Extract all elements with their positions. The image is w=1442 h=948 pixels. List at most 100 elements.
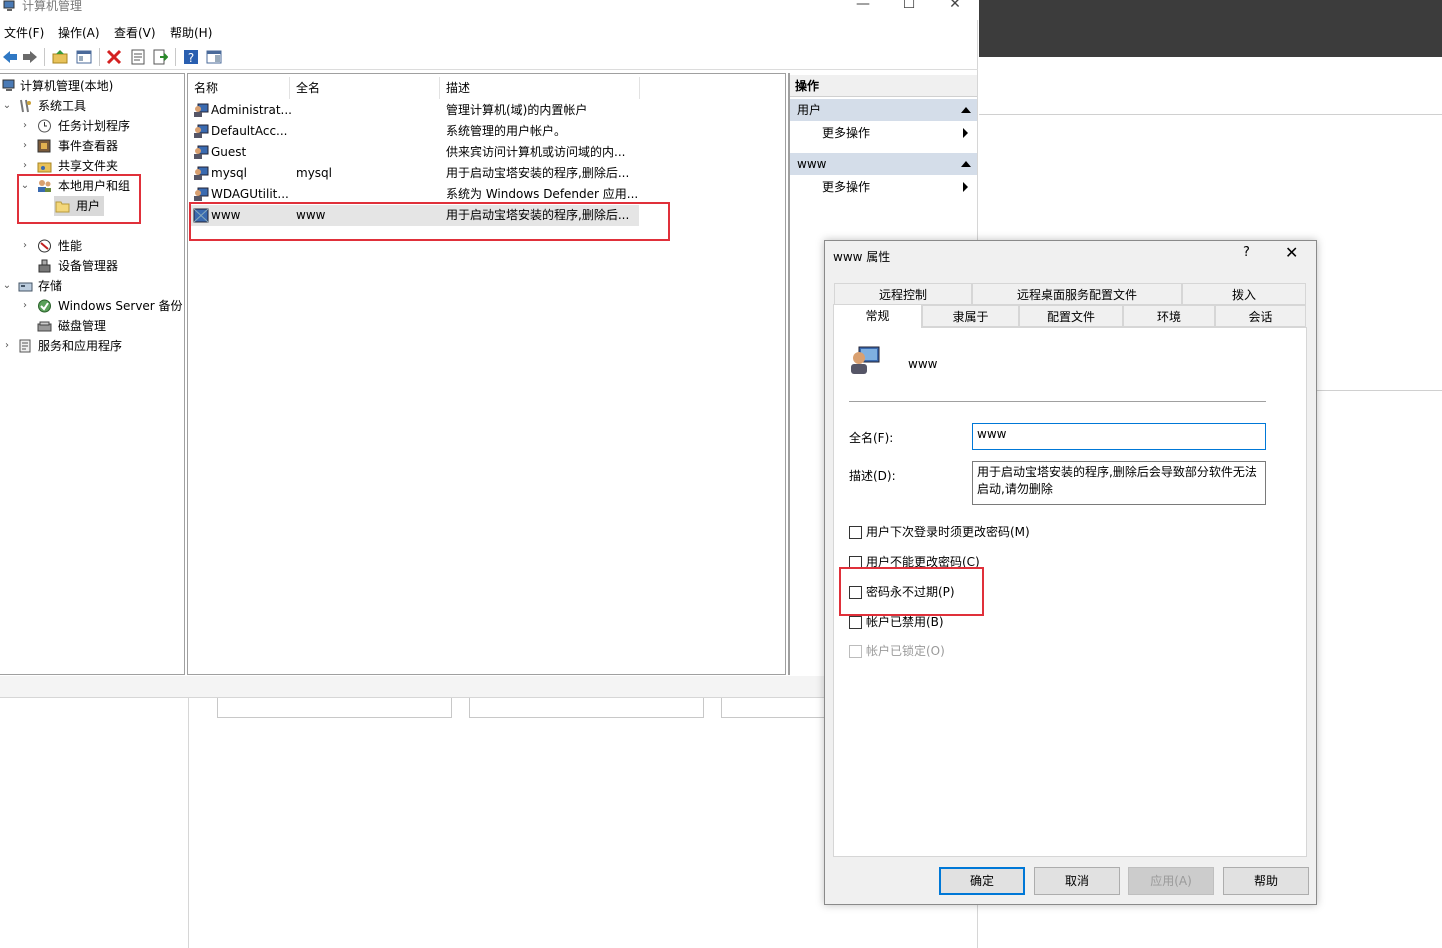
delete-icon[interactable] <box>106 49 122 65</box>
checkbox-account-locked: 帐户已锁定(O) <box>849 643 945 659</box>
chevron-down-icon[interactable]: ⌄ <box>1 276 13 296</box>
maximize-button[interactable]: ☐ <box>889 0 929 16</box>
divider <box>1316 390 1442 391</box>
action-label: 更多操作 <box>822 180 871 194</box>
cell-name: Guest <box>211 145 247 159</box>
storage-icon <box>18 282 33 292</box>
tree-label: 磁盘管理 <box>58 319 107 333</box>
collapse-icon[interactable] <box>961 107 971 113</box>
cell-name: Administrat... <box>211 103 291 117</box>
user-icon <box>194 103 209 117</box>
back-icon[interactable] <box>2 49 18 65</box>
tree-label: 事件查看器 <box>58 139 119 153</box>
clock-icon <box>38 119 51 133</box>
more-actions-users[interactable]: 更多操作 <box>822 122 972 144</box>
chevron-right-icon[interactable]: › <box>19 236 31 256</box>
minimize-button[interactable]: — <box>843 0 883 16</box>
tab-rds-profile[interactable]: 远程桌面服务配置文件 <box>972 283 1182 305</box>
cell-description: 管理计算机(域)的内置帐户 <box>446 103 588 117</box>
chevron-right-icon[interactable]: › <box>19 136 31 156</box>
tab-environment[interactable]: 环境 <box>1123 305 1215 327</box>
column-header-name[interactable]: 名称 <box>188 77 290 99</box>
table-row[interactable]: DefaultAcc... 系统管理的用户帐户。 <box>191 121 639 142</box>
table-row[interactable]: Guest 供来宾访问计算机或访问域的内... <box>191 142 639 163</box>
tab-general[interactable]: 常规 <box>833 304 922 328</box>
highlight-box <box>839 567 984 616</box>
dialog-title: www 属性 <box>833 250 891 264</box>
section-label: www <box>797 157 827 171</box>
menu-action[interactable]: 操作(A) <box>58 24 100 41</box>
tree-label: 设备管理器 <box>58 259 119 273</box>
computer-icon <box>2 79 15 91</box>
tree-label: 共享文件夹 <box>58 159 119 173</box>
column-header-description[interactable]: 描述 <box>440 77 640 99</box>
checkbox-box[interactable] <box>849 616 862 629</box>
checkbox-must-change-password[interactable]: 用户下次登录时须更改密码(M) <box>849 524 1030 540</box>
more-actions-www[interactable]: 更多操作 <box>822 176 972 198</box>
collapse-icon[interactable] <box>961 161 971 167</box>
chevron-right-icon[interactable]: › <box>19 116 31 136</box>
help-icon[interactable]: ? <box>183 49 199 65</box>
status-panel <box>721 698 826 718</box>
table-row[interactable]: Administrat... 管理计算机(域)的内置帐户 <box>191 100 639 121</box>
help-dialog-button[interactable]: 帮助 <box>1223 867 1309 895</box>
up-folder-icon[interactable] <box>52 49 68 65</box>
chevron-right-icon[interactable]: › <box>19 156 31 176</box>
cell-description: 用于启动宝塔安装的程序,删除后... <box>446 166 630 180</box>
console-tree: 计算机管理(本地) ⌄ 系统工具 › 任务计划程序 › 事件查看器 › 共享文件… <box>0 73 185 675</box>
chevron-right-icon[interactable]: › <box>19 296 31 316</box>
ok-button[interactable]: 确定 <box>939 867 1025 895</box>
help-button[interactable]: ? <box>1243 245 1250 260</box>
section-label: 用户 <box>797 103 822 117</box>
divider <box>849 401 1266 402</box>
checkbox-box <box>849 645 862 658</box>
description-field[interactable]: 用于启动宝塔安装的程序,删除后会导致部分软件无法启动,请勿删除 <box>972 461 1266 505</box>
show-hide-tree-icon[interactable] <box>76 49 92 65</box>
cell-description: 供来宾访问计算机或访问域的内... <box>446 145 626 159</box>
checkbox-box[interactable] <box>849 526 862 539</box>
properties-icon[interactable] <box>130 49 146 65</box>
user-list: 名称 全名 描述 Administrat... 管理计算机(域)的内置帐户 De… <box>187 73 786 675</box>
shared-folder-icon <box>37 162 52 173</box>
divider <box>188 698 189 948</box>
forward-icon[interactable] <box>22 49 38 65</box>
tab-remote-control[interactable]: 远程控制 <box>834 283 972 305</box>
services-icon <box>19 339 31 353</box>
cancel-button[interactable]: 取消 <box>1034 867 1120 895</box>
tab-member-of[interactable]: 隶属于 <box>922 305 1019 327</box>
tab-dial-in[interactable]: 拨入 <box>1182 283 1306 305</box>
apply-button: 应用(A) <box>1128 867 1214 895</box>
tree-label: 任务计划程序 <box>58 119 131 133</box>
background-window-dark <box>979 0 1442 57</box>
user-avatar-icon <box>851 346 880 374</box>
cell-description: 系统管理的用户帐户。 <box>446 124 567 138</box>
description-label: 描述(D): <box>849 469 896 483</box>
cell-fullname: mysql <box>296 166 332 180</box>
chevron-down-icon[interactable]: ⌄ <box>1 96 13 116</box>
chevron-right-icon[interactable]: › <box>1 336 13 356</box>
username-label: www <box>908 357 938 371</box>
checkbox-label: 用户下次登录时须更改密码(M) <box>866 525 1030 539</box>
table-row[interactable]: mysql mysql 用于启动宝塔安装的程序,删除后... <box>191 163 639 184</box>
checkbox-account-disabled[interactable]: 帐户已禁用(B) <box>849 614 944 630</box>
tab-sessions[interactable]: 会话 <box>1215 305 1306 327</box>
fullname-field[interactable]: www <box>972 423 1266 450</box>
menu-view[interactable]: 查看(V) <box>114 24 156 41</box>
fullname-label: 全名(F): <box>849 431 894 445</box>
column-header-fullname[interactable]: 全名 <box>290 77 440 99</box>
menu-help[interactable]: 帮助(H) <box>170 24 212 41</box>
user-icon <box>194 166 209 180</box>
action-pane-icon[interactable] <box>206 49 222 65</box>
actions-section-www[interactable]: www <box>790 153 977 175</box>
cell-name: mysql <box>211 166 247 180</box>
close-button[interactable]: ✕ <box>935 0 975 16</box>
dialog-close-button[interactable]: ✕ <box>1285 243 1298 262</box>
title-bar: 计算机管理 — ☐ ✕ <box>0 0 978 20</box>
action-label: 更多操作 <box>822 126 871 140</box>
menu-file[interactable]: 文件(F) <box>4 24 44 41</box>
tree-label: 计算机管理(本地) <box>20 79 114 93</box>
tab-profile[interactable]: 配置文件 <box>1019 305 1123 327</box>
export-icon[interactable] <box>152 49 168 65</box>
actions-section-users[interactable]: 用户 <box>790 99 977 121</box>
tree-label: 存储 <box>38 279 63 293</box>
